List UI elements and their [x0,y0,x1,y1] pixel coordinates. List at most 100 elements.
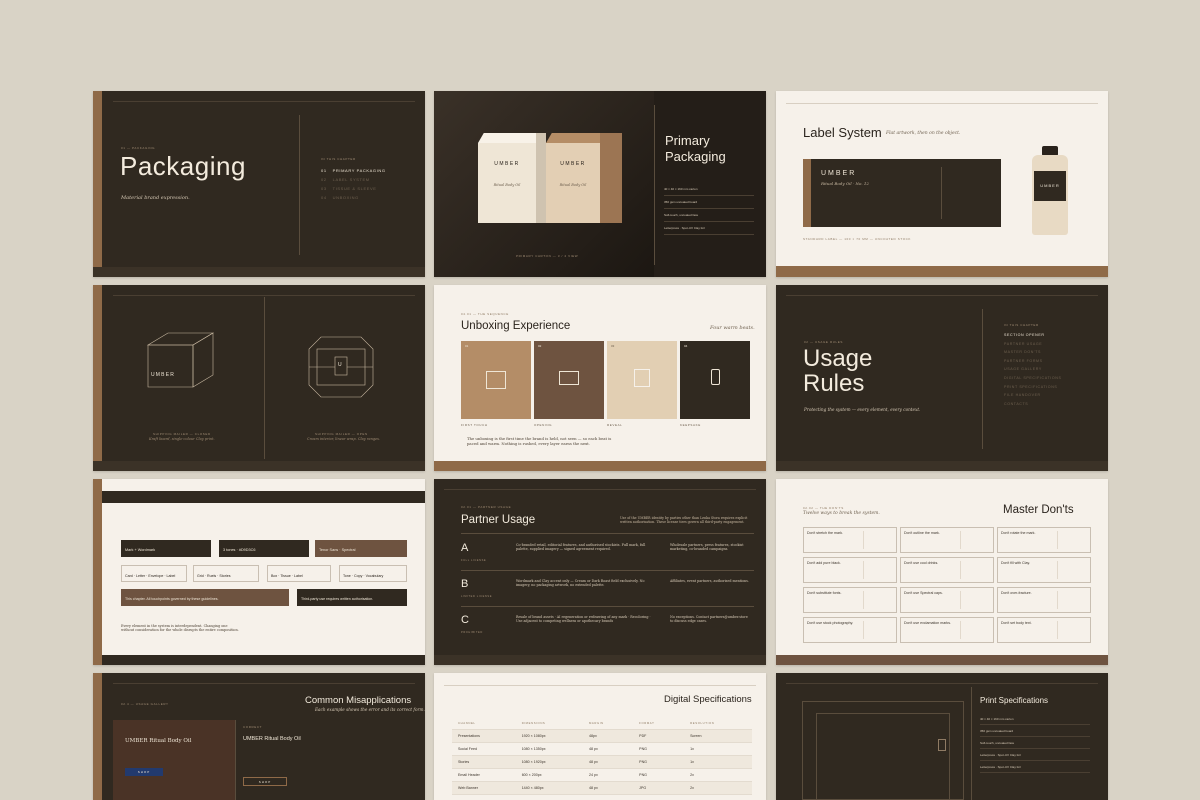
footer-bar [776,461,1108,471]
panel-reveal[interactable]: 03 [607,341,677,419]
slide-packaging-opener[interactable]: 01 — PACKAGING Packaging Material brand … [93,91,425,277]
right-note: Cream interior, linear wrap. Clay ranges… [307,437,381,441]
table-row: Social Feed 1080 × 1350px 48 px PNG 1x [452,742,752,756]
tier-right: Affiliates, event partners, authorised m… [670,579,749,583]
top-rule [786,295,1098,296]
tier-rule [461,570,754,571]
panel-keepsake[interactable]: 04 [680,341,750,419]
dont-card: Don't add pure black. [803,557,897,583]
slide-title: Print Specifications [980,696,1049,705]
tier-right: Wholesale partners, press features, stoc… [670,543,744,552]
column-header: DIMENSIONS [515,717,583,730]
toc-heading: IN THIS CHAPTER [321,157,356,161]
toc-item[interactable]: 01 PRIMARY PACKAGING [321,168,386,173]
tier-tag: LIMITED LICENSE [461,595,493,598]
dont-card: Don't substitute fonts. [803,587,897,613]
slide-subtitle: Material brand expression. [121,195,190,201]
label-product: Ritual Body Oil · No. 12 [821,181,869,186]
diagram-box: Box · Tissue · Label [267,565,331,582]
table-row: Web Banner 1440 × 480px 48 px JPG 2x [452,781,752,795]
spec-item: 350 gsm uncoated board [664,196,754,209]
label-artwork: UMBER Ritual Body Oil · No. 12 [803,159,1001,227]
toc-item[interactable]: PRINT SPECIFICATIONS [1004,385,1061,389]
wrong-button[interactable]: SHOP [125,768,163,776]
diagram-box: Third-party use requires written authori… [297,589,407,606]
kicker: 02.02 — THE DON'TS [803,506,844,510]
panel-num: 01 [465,344,469,348]
column-header: RESOLUTION [684,717,752,730]
carton-side [536,133,546,223]
tier-rule [461,606,754,607]
carton-top [478,133,542,143]
toc-item[interactable]: PARTNER USAGE [1004,342,1061,346]
footer-bar [93,267,425,277]
toc-item[interactable]: SECTION OPENER [1004,333,1061,337]
label-divider [941,167,942,219]
slide-digital-specifications[interactable]: Digital Specifications CHANNEL DIMENSION… [434,673,766,800]
divider [299,115,300,255]
diagram-box: Mark + Wordmark [121,540,211,557]
slide-label-system[interactable]: Label System Flat artwork, then on the o… [776,91,1108,277]
spec-item: 350 gsm uncoated board [980,725,1090,737]
slide-usage-rules-opener[interactable]: 02 — USAGE RULES Usage Rules Protecting … [776,285,1108,471]
carton2-top [546,133,606,143]
closed-box-drawing [146,332,215,388]
label-footer: STANDARD LABEL — 100 × 70 MM — UNCOATED … [803,237,911,241]
toc-item[interactable]: USAGE GALLERY [1004,367,1061,371]
kicker: 01 — PACKAGING [121,146,156,150]
panel-num: 02 [538,344,542,348]
slide-print-specifications[interactable]: Print Specifications 40 × 40 × 160 mm ca… [776,673,1108,800]
diagram-note: Every element in the system is interdepe… [121,624,239,633]
kicker: 04.01 — THE SEQUENCE [461,312,509,316]
open-box-mark: U [338,362,342,368]
slide-common-misapplications[interactable]: 02.4 — USAGE GALLERY Common Misapplicati… [93,673,425,800]
kicker: 02 — USAGE RULES [804,340,843,344]
carton2-brand: UMBER [560,161,586,167]
toc-item[interactable]: 04 UNBOXING [321,195,386,200]
column-header: MARGIN [582,717,634,730]
toc-item[interactable]: MASTER DON'TS [1004,350,1061,354]
slide-unboxing-experience[interactable]: 04.01 — THE SEQUENCE Unboxing Experience… [434,285,766,471]
toc-item[interactable]: 02 LABEL SYSTEM [321,177,386,182]
panel-first-touch[interactable]: 01 [461,341,531,419]
envelope-icon [559,371,579,385]
spec-table: CHANNEL DIMENSIONS MARGIN FORMAT RESOLUT… [452,717,752,795]
tier-body: Wordmark and Clay accent only — Cream or… [516,579,645,588]
table-header: CHANNEL DIMENSIONS MARGIN FORMAT RESOLUT… [452,717,752,730]
slide-system-diagram[interactable]: Mark + Wordmark 3 tones · #D9D3C6 Tenor … [93,479,425,665]
slide-title-2: Rules [803,370,865,397]
wrong-panel: UMBER Ritual Body Oil SHOP [113,720,235,800]
spec-item: Letterpress · Spot-UV Clay foil [980,761,1090,773]
slide-master-donts[interactable]: 02.02 — THE DON'TS Twelve ways to break … [776,479,1108,665]
spec-item: 40 × 40 × 160 mm carton [664,183,754,196]
dont-card: Don't use Spectral caps. [900,587,994,613]
slide-partner-usage[interactable]: 02.01 — PARTNER USAGE Partner Usage Use … [434,479,766,665]
slide-primary-packaging[interactable]: UMBER Ritual Body Oil UMBER Ritual Body … [434,91,766,277]
spec-item: Soft-touch, uncoated face [664,209,754,222]
slide-title: Partner Usage [461,514,536,526]
tier-letter: C [461,614,469,626]
toc-item[interactable]: CONTACTS [1004,402,1061,406]
slide-subtitle: Each example shows the error and its cor… [315,707,425,712]
spec-list: 40 × 40 × 160 mm carton 350 gsm uncoated… [664,183,754,235]
table-row: Presentations 1920 × 1080px 48px PDF Screen [452,729,752,743]
toc-item[interactable]: PARTNER FORMS [1004,359,1061,363]
slide-title-1: Usage [803,345,873,372]
slide-title-1: Primary [665,133,710,148]
unboxing-note: The unboxing is the first time the brand… [467,436,612,446]
panel-opening[interactable]: 02 [534,341,604,419]
toc-item[interactable]: DIGITAL SPECIFICATIONS [1004,376,1061,380]
slide-subtitle: Twelve ways to break the system. [803,511,880,516]
toc-item[interactable]: FILE HANDOVER [1004,393,1061,397]
slide-shipping-mailer[interactable]: UMBER SHIPPING MAILER — CLOSED Kraft boa… [93,285,425,471]
tier-tag: FULL LICENSE [461,559,487,562]
toc-item[interactable]: 03 TISSUE & SLEEVE [321,186,386,191]
top-rule [786,683,1098,684]
box-outline-icon [486,371,506,389]
correct-tag: CORRECT [243,725,263,729]
panel-label: OPENING [534,423,553,427]
partner-intro: Use of the UMBER identity by parties oth… [620,516,748,525]
correct-button[interactable]: SHOP [243,777,287,786]
slide-title: Digital Specifications [664,694,752,705]
divider [654,105,655,265]
